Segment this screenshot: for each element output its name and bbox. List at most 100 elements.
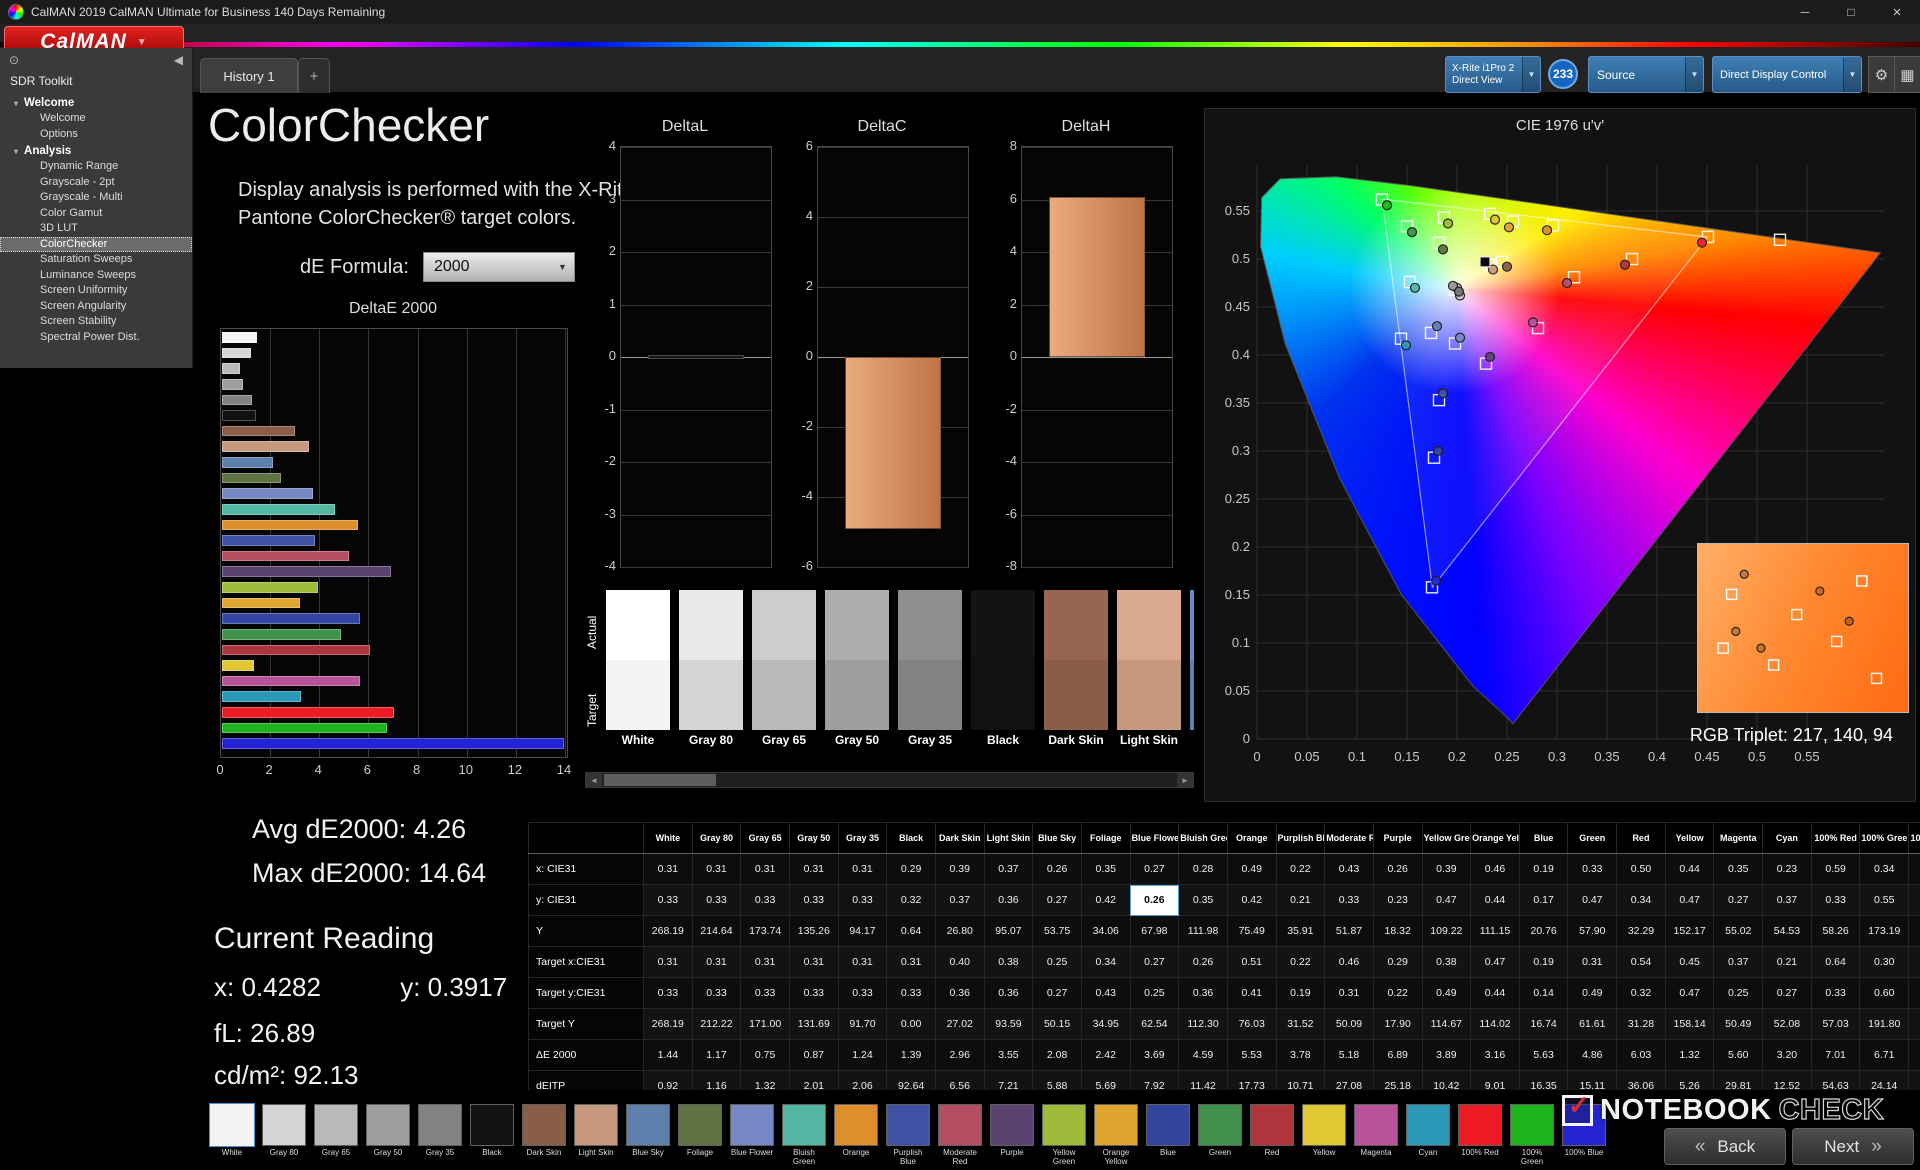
table-cell[interactable]: 0.23 bbox=[1763, 854, 1812, 885]
table-cell[interactable]: 0.33 bbox=[789, 885, 838, 916]
table-cell[interactable]: 0.31 bbox=[1568, 947, 1617, 978]
strip-swatch-gray-65[interactable]: Gray 65 bbox=[752, 590, 816, 750]
sidebar-item-dynamic-range[interactable]: Dynamic Range bbox=[0, 159, 192, 175]
table-cell[interactable]: 0.35 bbox=[1179, 885, 1228, 916]
table-cell[interactable]: 0.40 bbox=[935, 947, 984, 978]
table-cell[interactable]: 5.53 bbox=[1227, 1040, 1276, 1071]
table-cell[interactable]: 0.36 bbox=[1179, 978, 1228, 1009]
close-button[interactable]: × bbox=[1874, 0, 1920, 24]
table-cell[interactable]: 0.36 bbox=[984, 978, 1033, 1009]
palette-swatch-100-green[interactable]: 100% Green bbox=[1510, 1104, 1554, 1166]
table-cell[interactable]: 0.35 bbox=[1714, 854, 1763, 885]
table-cell[interactable]: 36.06 bbox=[1617, 1071, 1666, 1091]
table-cell[interactable]: 7.92 bbox=[1130, 1071, 1179, 1091]
table-cell[interactable]: 0.31 bbox=[741, 947, 790, 978]
table-cell[interactable]: 0.21 bbox=[1276, 885, 1325, 916]
table-cell[interactable]: 0.31 bbox=[741, 854, 790, 885]
table-cell[interactable]: 11.42 bbox=[1179, 1071, 1228, 1091]
table-cell[interactable]: 27.08 bbox=[1325, 1071, 1374, 1091]
table-cell[interactable]: 7.21 bbox=[984, 1071, 1033, 1091]
table-cell[interactable]: 0.21 bbox=[1763, 947, 1812, 978]
table-cell[interactable]: 17.73 bbox=[1227, 1071, 1276, 1091]
sidebar-item-welcome[interactable]: Welcome bbox=[0, 111, 192, 127]
table-cell[interactable]: 0.37 bbox=[1763, 885, 1812, 916]
table-cell[interactable]: 0.31 bbox=[838, 947, 887, 978]
table-cell[interactable]: 34.06 bbox=[1081, 916, 1130, 947]
table-cell[interactable]: 1.16 bbox=[692, 1071, 741, 1091]
table-cell[interactable]: 0.87 bbox=[789, 1040, 838, 1071]
table-cell[interactable]: 0.36 bbox=[935, 978, 984, 1009]
table-cell[interactable]: 16.35 bbox=[1519, 1071, 1568, 1091]
strip-swatch-dark-skin[interactable]: Dark Skin bbox=[1044, 590, 1108, 750]
table-cell[interactable]: 0.27 bbox=[1033, 885, 1082, 916]
table-cell[interactable]: 0.42 bbox=[1227, 885, 1276, 916]
table-cell[interactable]: 0.25 bbox=[1130, 978, 1179, 1009]
table-cell[interactable]: 109.22 bbox=[1422, 916, 1471, 947]
table-cell[interactable]: 34.5 bbox=[1909, 916, 1920, 947]
table-cell[interactable]: 5.60 bbox=[1714, 1040, 1763, 1071]
strip-swatch-gray-35[interactable]: Gray 35 bbox=[898, 590, 962, 750]
table-cell[interactable]: 0.34 bbox=[1081, 947, 1130, 978]
table-cell[interactable]: 171.00 bbox=[741, 1009, 790, 1040]
table-cell[interactable]: 0.33 bbox=[644, 978, 693, 1009]
table-cell[interactable]: 0.22 bbox=[1276, 947, 1325, 978]
table-cell[interactable]: 61.61 bbox=[1568, 1009, 1617, 1040]
table-cell[interactable]: 50.09 bbox=[1325, 1009, 1374, 1040]
palette-swatch-orange[interactable]: Orange bbox=[834, 1104, 878, 1166]
source-dropdown[interactable]: Source ▼ bbox=[1588, 56, 1704, 93]
table-cell[interactable]: 0.30 bbox=[1860, 947, 1909, 978]
table-cell[interactable]: 0.33 bbox=[1325, 885, 1374, 916]
table-cell[interactable]: 0.31 bbox=[1325, 978, 1374, 1009]
table-cell[interactable]: 0.45 bbox=[1665, 947, 1714, 978]
table-cell[interactable]: 0.32 bbox=[887, 885, 936, 916]
table-cell[interactable]: 2.01 bbox=[789, 1071, 838, 1091]
table-cell[interactable]: 0.54 bbox=[1617, 947, 1666, 978]
table-cell[interactable]: 111.98 bbox=[1179, 916, 1228, 947]
table-cell[interactable]: 173.74 bbox=[741, 916, 790, 947]
table-cell[interactable]: 0.29 bbox=[1373, 947, 1422, 978]
table-cell[interactable]: 0.19 bbox=[1519, 947, 1568, 978]
table-cell[interactable]: 58.26 bbox=[1811, 916, 1860, 947]
table-cell[interactable]: 0.35 bbox=[1081, 854, 1130, 885]
table-cell[interactable]: 0.46 bbox=[1325, 947, 1374, 978]
sidebar-item-luminance-sweeps[interactable]: Luminance Sweeps bbox=[0, 268, 192, 284]
table-cell[interactable]: 51.87 bbox=[1325, 916, 1374, 947]
table-cell[interactable]: 2.08 bbox=[1033, 1040, 1082, 1071]
table-cell[interactable]: 0.32 bbox=[1617, 978, 1666, 1009]
table-cell[interactable]: 0.50 bbox=[1617, 854, 1666, 885]
table-cell[interactable]: 9.01 bbox=[1471, 1071, 1520, 1091]
table-cell[interactable]: 0.55 bbox=[1860, 885, 1909, 916]
table-cell[interactable]: 0.06 bbox=[1909, 978, 1920, 1009]
table-cell[interactable]: 0.47 bbox=[1422, 885, 1471, 916]
table-cell[interactable]: 114.02 bbox=[1471, 1009, 1520, 1040]
scroll-left-button[interactable]: ◄ bbox=[586, 773, 602, 787]
table-cell[interactable]: 6.71 bbox=[1860, 1040, 1909, 1071]
table-cell[interactable]: 0.10 bbox=[1909, 885, 1920, 916]
table-cell[interactable]: 0.42 bbox=[1081, 885, 1130, 916]
table-cell[interactable]: 0.22 bbox=[1373, 978, 1422, 1009]
palette-swatch-purplish-blue[interactable]: Purplish Blue bbox=[886, 1104, 930, 1166]
table-cell[interactable]: 111.15 bbox=[1471, 916, 1520, 947]
table-cell[interactable]: 0.49 bbox=[1568, 978, 1617, 1009]
table-cell[interactable]: 0.25 bbox=[1033, 947, 1082, 978]
table-cell[interactable]: 3.89 bbox=[1422, 1040, 1471, 1071]
table-cell[interactable]: 3.69 bbox=[1130, 1040, 1179, 1071]
table-cell[interactable]: 0.60 bbox=[1860, 978, 1909, 1009]
table-cell[interactable]: 0.25 bbox=[1714, 978, 1763, 1009]
table-cell[interactable]: 31.52 bbox=[1276, 1009, 1325, 1040]
table-cell[interactable]: 0.47 bbox=[1665, 978, 1714, 1009]
table-cell[interactable]: 3.78 bbox=[1276, 1040, 1325, 1071]
table-cell[interactable]: 76.03 bbox=[1227, 1009, 1276, 1040]
table-cell[interactable]: 0.28 bbox=[1179, 854, 1228, 885]
table-cell[interactable]: 54.53 bbox=[1763, 916, 1812, 947]
table-cell[interactable]: 173.19 bbox=[1860, 916, 1909, 947]
table-cell[interactable]: 3.20 bbox=[1763, 1040, 1812, 1071]
table-cell[interactable]: 0.47 bbox=[1568, 885, 1617, 916]
table-cell[interactable]: 12.52 bbox=[1763, 1071, 1812, 1091]
meter-status-badge[interactable]: 233 bbox=[1548, 59, 1578, 89]
palette-swatch-gray-65[interactable]: Gray 65 bbox=[314, 1104, 358, 1166]
table-cell[interactable]: 0.33 bbox=[1811, 885, 1860, 916]
table-cell[interactable]: 25.18 bbox=[1373, 1071, 1422, 1091]
table-cell[interactable]: 0.17 bbox=[1519, 885, 1568, 916]
palette-swatch-bluish-green[interactable]: Bluish Green bbox=[782, 1104, 826, 1166]
